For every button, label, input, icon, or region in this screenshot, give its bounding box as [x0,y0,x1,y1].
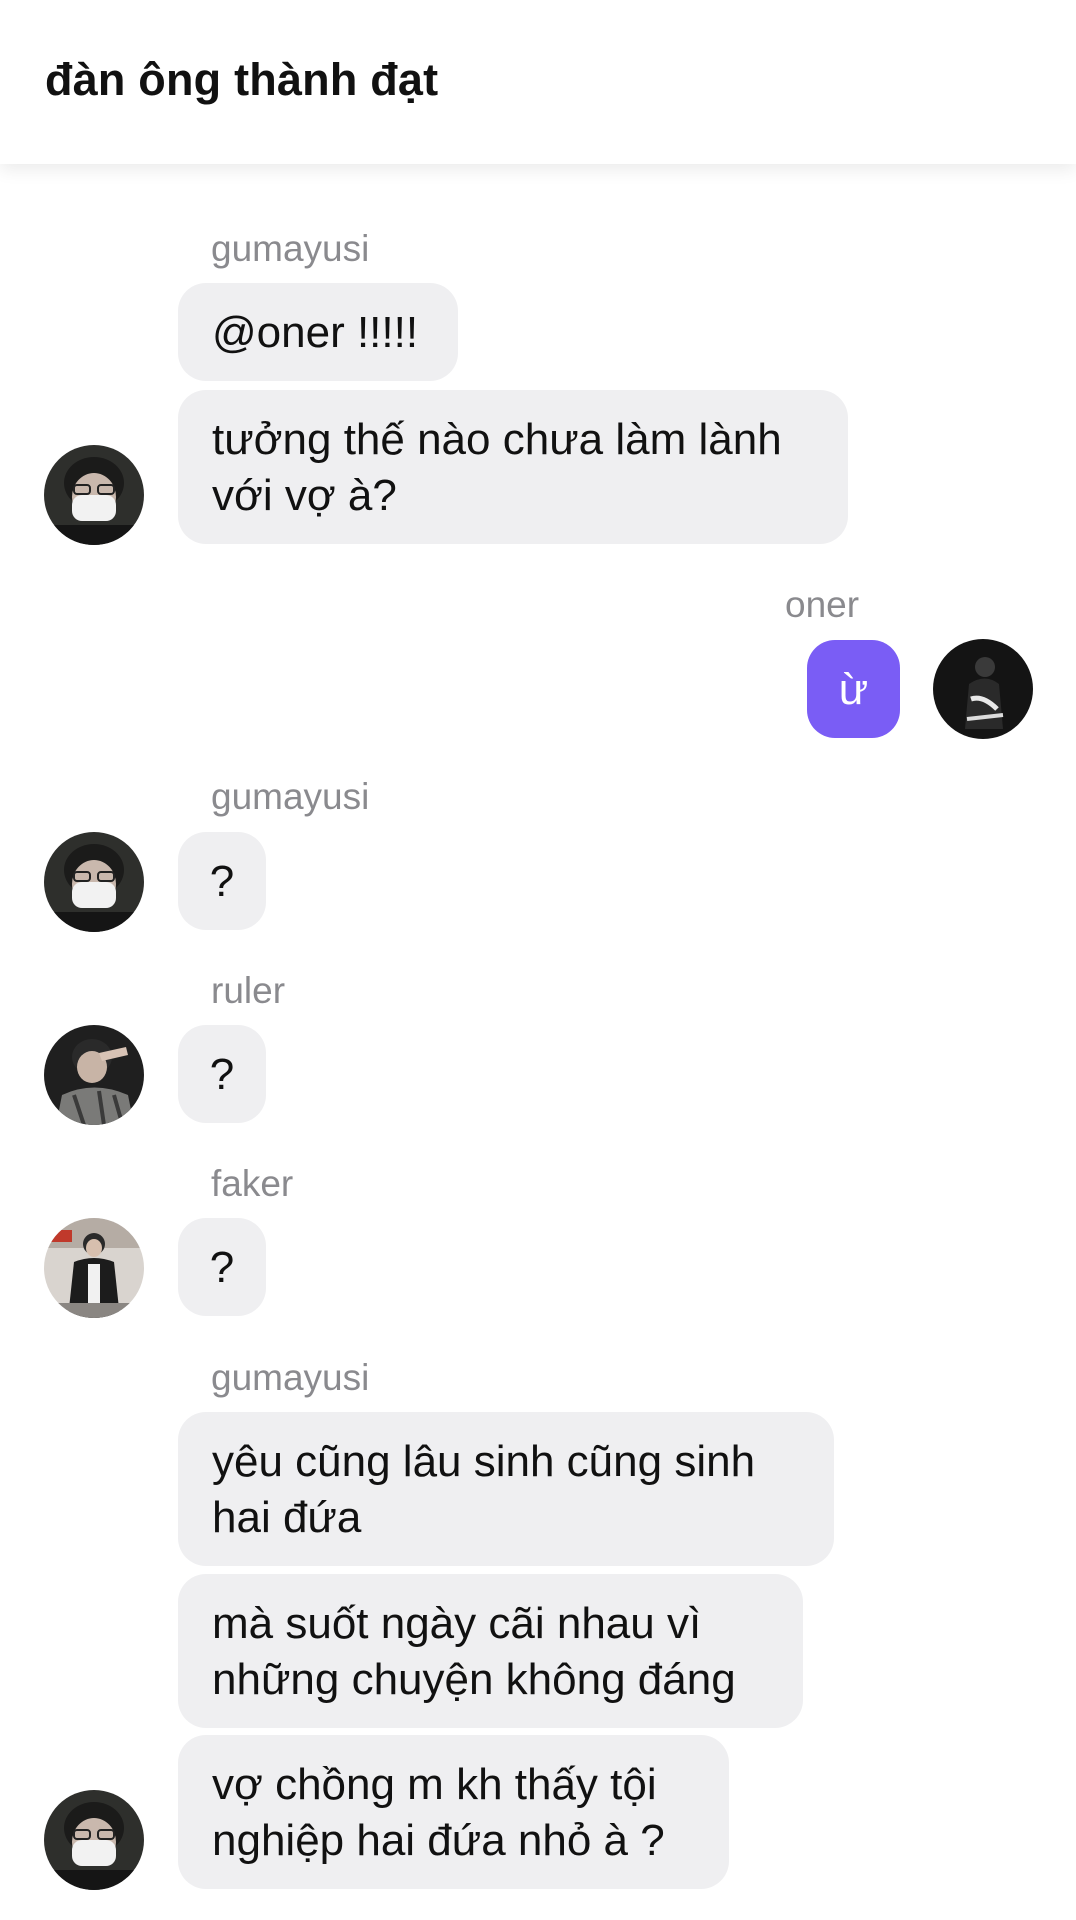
sender-name: gumayusi [211,776,370,817]
avatar-image [933,639,1033,739]
sender-name: oner [785,584,860,625]
avatar-gumayusi[interactable] [44,832,144,932]
message-bubble[interactable]: vợ chồng m kh thấy tội nghiệp hai đứa nh… [178,1735,729,1889]
avatar-oner[interactable] [933,639,1033,739]
chat-title: đàn ông thành đạt [45,54,439,105]
sender-name: ruler [211,970,286,1011]
avatar-image [44,1790,144,1890]
avatar-ruler[interactable] [44,1025,144,1125]
sender-name: gumayusi [211,1357,370,1398]
message-bubble[interactable]: ? [178,1218,266,1316]
sender-name: faker [211,1163,294,1204]
chat-header: đàn ông thành đạt [0,0,1076,164]
avatar-gumayusi[interactable] [44,445,144,545]
sender-name: gumayusi [211,228,370,269]
message-bubble[interactable]: yêu cũng lâu sinh cũng sinh hai đứa [178,1412,834,1566]
avatar-image [44,832,144,932]
avatar-gumayusi[interactable] [44,1790,144,1890]
message-bubble[interactable]: mà suốt ngày cãi nhau vì những chuyện kh… [178,1574,803,1728]
message-list[interactable]: gumayusi @oner !!!!! tưởng thế nào chưa … [0,164,1076,1920]
message-bubble[interactable]: tưởng thế nào chưa làm lành với vợ à? [178,390,848,544]
avatar-faker[interactable] [44,1218,144,1318]
message-bubble[interactable]: ? [178,1025,266,1123]
my-message-bubble[interactable]: ừ [807,640,900,738]
avatar-image [44,1025,144,1125]
avatar-image [44,445,144,545]
message-bubble[interactable]: ? [178,832,266,930]
message-bubble[interactable]: @oner !!!!! [178,283,458,381]
avatar-image [44,1218,144,1318]
